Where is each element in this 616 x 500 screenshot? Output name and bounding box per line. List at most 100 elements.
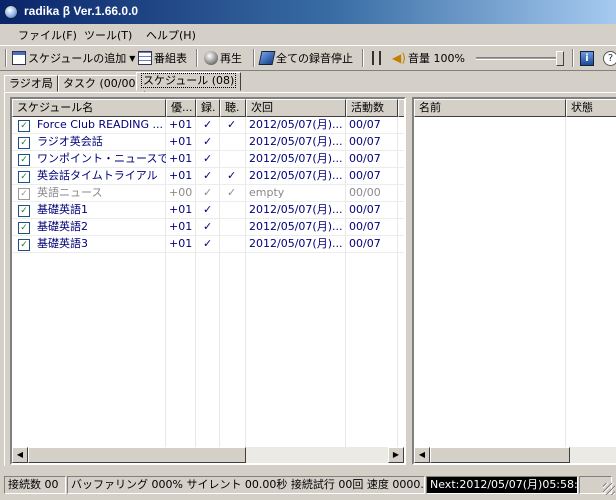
cell-schedule-name: 基礎英語1 (37, 203, 88, 216)
cell-priority: +01 (169, 169, 193, 182)
detail-list-header: 名前 状態 (414, 99, 616, 117)
cell-next: 2012/05/07(月)... (249, 169, 343, 182)
enabled-checkbox[interactable]: ✓ (18, 222, 30, 234)
detail-horizontal-scrollbar[interactable]: ◀ (414, 447, 616, 463)
volume-slider[interactable] (476, 51, 568, 66)
status-connections: 接続数 00 (4, 476, 66, 494)
enabled-checkbox[interactable]: ✓ (18, 120, 30, 132)
column-header-blank (398, 99, 404, 117)
column-header-activity[interactable]: 活動数 (346, 99, 398, 117)
column-header-listen[interactable]: 聴. (220, 99, 246, 117)
play-icon (204, 51, 218, 65)
cell-schedule-name: 基礎英語2 (37, 220, 88, 233)
menu-help[interactable]: ヘルプ(H) (146, 27, 196, 43)
cell-priority: +01 (169, 203, 193, 216)
scroll-left-button[interactable]: ◀ (414, 447, 430, 463)
toolbar-separator (253, 49, 255, 67)
cell-record: ✓ (203, 118, 213, 131)
cell-activity: 00/07 (349, 237, 381, 250)
column-header-status[interactable]: 状態 (566, 99, 616, 117)
volume-label: 音量 100% (408, 52, 465, 65)
program-guide-label: 番組表 (154, 52, 187, 65)
tab-label: ラジオ局 (9, 77, 53, 90)
volume-slider-track (476, 57, 564, 60)
volume-slider-thumb[interactable] (556, 51, 564, 66)
schedule-list[interactable]: スケジュール名 優... 録. 聴. 次回 活動数 ✓ Force Club RE… (10, 97, 406, 465)
toolbar-separator (362, 49, 364, 67)
tab-schedule[interactable]: スケジュール (08) (136, 72, 242, 91)
tab-radio-stations[interactable]: ラジオ局 (4, 75, 58, 92)
equalizer-icon (370, 51, 384, 65)
detail-rows (414, 117, 616, 447)
cell-activity: 00/07 (349, 220, 381, 233)
table-row[interactable]: ✓ 英語ニュース +00 ✓ ✓ empty 00/00 (12, 185, 404, 202)
volume-button[interactable]: ◀) 音量 100% (392, 49, 465, 67)
cell-listen (220, 236, 246, 253)
cell-schedule-name: Force Club READING ... (37, 118, 164, 131)
cell-listen: ✓ (227, 118, 237, 131)
cell-next: 2012/05/07(月)... (249, 135, 343, 148)
cell-priority: +01 (169, 237, 193, 250)
cell-listen (220, 151, 246, 168)
table-row[interactable]: ✓ ラジオ英会話 +01 ✓ 2012/05/07(月)... 00/07 (12, 134, 404, 151)
enabled-checkbox[interactable]: ✓ (18, 154, 30, 166)
equalizer-button[interactable] (370, 49, 386, 67)
scroll-thumb[interactable] (430, 447, 570, 463)
stop-all-button[interactable]: 全ての録音停止 (258, 49, 353, 67)
cell-next: 2012/05/07(月)... (249, 220, 343, 233)
schedule-horizontal-scrollbar[interactable]: ◀ ▶ (12, 447, 404, 463)
table-row[interactable]: ✓ 英会話タイムトライアル +01 ✓ ✓ 2012/05/07(月)... 00/07 (12, 168, 404, 185)
table-row[interactable]: ✓ Force Club READING ... +01 ✓ ✓ 2012/05/07(月… (12, 117, 404, 134)
enabled-checkbox[interactable]: ✓ (18, 239, 30, 251)
play-label: 再生 (220, 52, 242, 65)
stop-all-label: 全ての録音停止 (276, 52, 353, 65)
tab-label: タスク (00/00) (63, 77, 140, 90)
enabled-checkbox[interactable]: ✓ (18, 171, 30, 183)
enabled-checkbox[interactable]: ✓ (18, 137, 30, 149)
enabled-checkbox[interactable]: ✓ (18, 188, 30, 200)
cell-next: 2012/05/07(月)... (249, 203, 343, 216)
add-schedule-button[interactable]: スケジュールの追加 ▼ (12, 49, 135, 67)
scroll-right-button[interactable]: ▶ (388, 447, 404, 463)
cell-record: ✓ (203, 186, 213, 199)
speaker-icon: ◀) (392, 51, 406, 65)
cell-priority: +01 (169, 135, 193, 148)
info-icon[interactable]: i (580, 51, 594, 66)
menu-file[interactable]: ファイル(F) (18, 27, 77, 43)
scroll-thumb[interactable] (28, 447, 246, 463)
cell-activity: 00/07 (349, 118, 381, 131)
toolbar-separator (5, 49, 7, 67)
calendar-icon (12, 51, 26, 65)
table-row[interactable]: ✓ 基礎英語3 +01 ✓ 2012/05/07(月)... 00/07 (12, 236, 404, 253)
resize-grip[interactable] (603, 483, 615, 495)
status-buffering: バッファリング 000% サイレント 00.00秒 接続試行 00回 速度 00… (67, 476, 425, 494)
scroll-left-button[interactable]: ◀ (12, 447, 28, 463)
column-header-priority[interactable]: 優... (166, 99, 196, 117)
column-header-name[interactable]: スケジュール名 (12, 99, 166, 117)
table-row[interactable]: ✓ ワンポイント・ニュースで英...+01 ✓ 2012/05/07(月)... 00/… (12, 151, 404, 168)
column-header-record[interactable]: 録. (196, 99, 220, 117)
chevron-down-icon[interactable]: ▼ (129, 54, 135, 63)
program-guide-button[interactable]: 番組表 (138, 49, 187, 67)
tab-label: スケジュール (08) (141, 73, 237, 88)
app-icon (4, 5, 18, 19)
enabled-checkbox[interactable]: ✓ (18, 205, 30, 217)
column-header-next[interactable]: 次回 (246, 99, 346, 117)
column-header-detail-name[interactable]: 名前 (414, 99, 566, 117)
tab-tasks[interactable]: タスク (00/00) (58, 75, 145, 92)
table-row[interactable]: ✓ 基礎英語2 +01 ✓ 2012/05/07(月)... 00/07 (12, 219, 404, 236)
detail-list[interactable]: 名前 状態 ◀ (412, 97, 616, 465)
window-title: radika β Ver.1.66.0.0 (24, 4, 139, 18)
toolbar-separator (572, 49, 574, 67)
cell-listen (220, 219, 246, 236)
help-icon[interactable]: ? (603, 51, 616, 66)
cell-priority: +01 (169, 118, 193, 131)
table-row[interactable]: ✓ 基礎英語1 +01 ✓ 2012/05/07(月)... 00/07 (12, 202, 404, 219)
cell-listen (220, 202, 246, 219)
cell-activity: 00/07 (349, 135, 381, 148)
cell-listen: ✓ (227, 169, 237, 182)
cell-activity: 00/00 (349, 186, 381, 199)
menu-tools[interactable]: ツール(T) (84, 27, 132, 43)
add-schedule-label: スケジュールの追加 (28, 52, 127, 65)
play-button[interactable]: 再生 (204, 49, 242, 67)
